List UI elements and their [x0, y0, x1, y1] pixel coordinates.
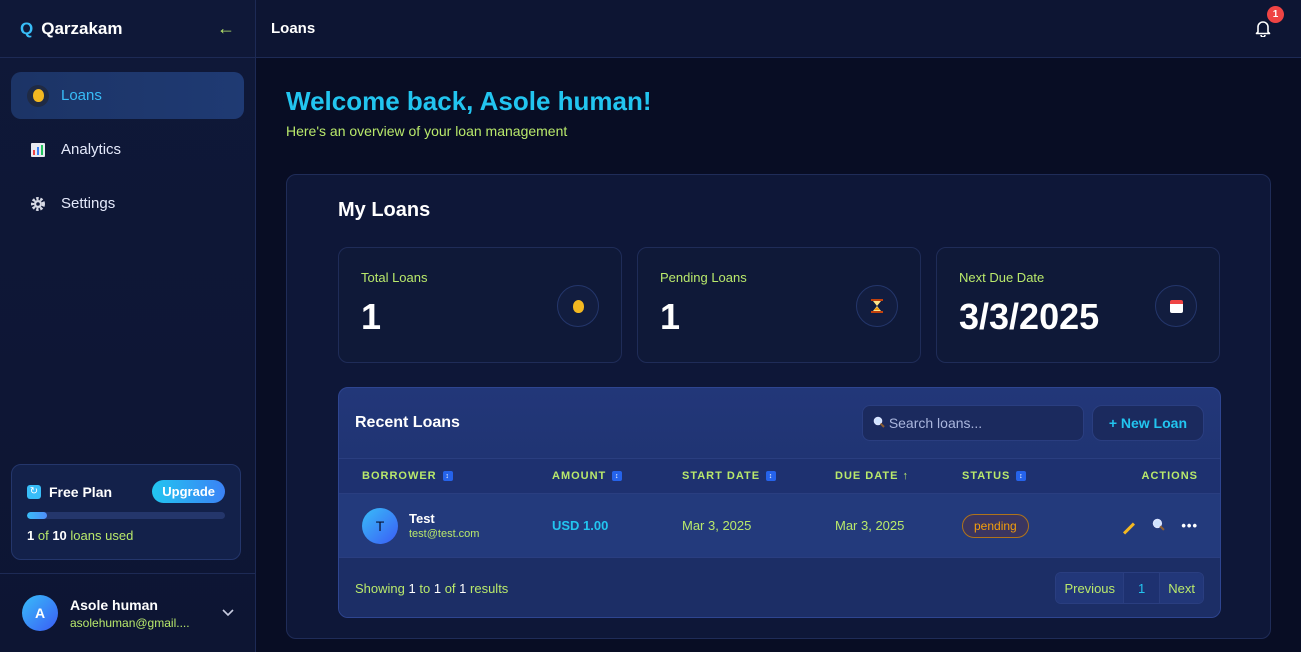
welcome-section: Welcome back, Asole human! Here's an ove… — [286, 86, 652, 139]
refresh-icon: ↻ — [27, 484, 41, 499]
loan-amount: USD 1.00 — [552, 518, 609, 533]
results-summary: Showing 1 to 1 of 1 results — [355, 580, 509, 596]
user-name: Asole human — [70, 596, 158, 613]
table-footer: Showing 1 to 1 of 1 results Previous 1 N… — [339, 558, 1220, 617]
stat-value: 1 — [361, 296, 382, 337]
stat-next-due-date: Next Due Date 3/3/2025 — [936, 247, 1220, 363]
sort-icon: ↕ — [612, 471, 623, 481]
user-menu[interactable]: A Asole human asolehuman@gmail.... — [0, 573, 256, 652]
plan-usage-progress — [27, 512, 225, 519]
stat-value: 1 — [660, 296, 681, 337]
loan-due-date: Mar 3, 2025 — [835, 518, 905, 533]
plan-card: ↻ Free Plan Upgrade 1 of 10 loans used — [11, 464, 241, 560]
notification-badge: 1 — [1267, 5, 1284, 23]
app-name: Qarzakam — [41, 18, 123, 38]
borrower-avatar: T — [362, 507, 398, 544]
stat-total-loans: Total Loans 1 — [338, 247, 622, 363]
sort-icon: ↕ — [1016, 471, 1027, 481]
page-title: Loans — [271, 20, 316, 37]
stat-pending-loans: Pending Loans 1 — [637, 247, 921, 363]
panel-title: My Loans — [338, 199, 431, 221]
recent-loans-table: Recent Loans + New Loan BORROWER↕ AMOUNT… — [338, 387, 1221, 618]
previous-page-button[interactable]: Previous — [1056, 573, 1124, 603]
calendar-icon — [1155, 285, 1197, 327]
page-number-button[interactable]: 1 — [1123, 573, 1161, 603]
upgrade-button[interactable]: Upgrade — [152, 480, 225, 503]
logo-icon: Q — [20, 18, 34, 38]
bar-chart-icon — [27, 139, 49, 161]
recent-loans-title: Recent Loans — [355, 414, 460, 431]
edit-pencil-icon[interactable] — [1122, 518, 1136, 535]
main-content: Welcome back, Asole human! Here's an ove… — [256, 58, 1301, 652]
column-header-actions: ACTIONS — [1141, 470, 1198, 482]
sidebar-nav: Loans Analytics Settings — [0, 58, 255, 248]
welcome-heading: Welcome back, Asole human! — [286, 86, 652, 116]
sidebar-item-label: Loans — [61, 87, 102, 104]
welcome-subheading: Here's an overview of your loan manageme… — [286, 123, 568, 139]
stat-label: Next Due Date — [959, 270, 1045, 285]
search-input[interactable] — [888, 415, 1069, 431]
sidebar-item-settings[interactable]: Settings — [11, 180, 244, 227]
notifications-button[interactable]: 1 — [1254, 5, 1284, 41]
stat-value: 3/3/2025 — [959, 296, 1100, 337]
search-icon — [873, 416, 885, 431]
borrower-email: test@test.com — [409, 528, 480, 540]
sidebar-item-label: Settings — [61, 195, 116, 212]
gear-icon — [27, 193, 49, 215]
stat-label: Pending Loans — [660, 270, 747, 285]
chevron-down-icon[interactable] — [222, 606, 234, 620]
sidebar-item-label: Analytics — [61, 141, 122, 158]
column-header-amount[interactable]: AMOUNT ↕ — [552, 470, 623, 482]
column-header-borrower[interactable]: BORROWER ↕ — [362, 470, 453, 482]
money-bag-icon — [557, 285, 599, 327]
column-header-status[interactable]: STATUS ↕ — [962, 470, 1027, 482]
column-header-due-date[interactable]: DUE DATE ↑ — [835, 470, 909, 482]
new-loan-button[interactable]: + New Loan — [1091, 405, 1204, 441]
sort-icon: ↕ — [766, 471, 777, 481]
loan-start-date: Mar 3, 2025 — [682, 518, 752, 533]
status-badge: pending — [962, 513, 1029, 538]
sidebar-item-loans[interactable]: Loans — [11, 72, 244, 119]
topbar: Loans 1 — [256, 0, 1301, 58]
sidebar: Q Qarzakam ← Loans Analytics Settings ↻ … — [0, 0, 256, 652]
bell-icon — [1254, 20, 1272, 41]
table-row[interactable]: T Test test@test.com USD 1.00 Mar 3, 202… — [339, 494, 1220, 558]
plan-name: Free Plan — [49, 483, 113, 500]
borrower-name: Test — [409, 511, 435, 526]
money-bag-icon — [27, 84, 49, 107]
column-header-start-date[interactable]: START DATE ↕ — [682, 470, 777, 482]
my-loans-panel: My Loans Total Loans 1 Pending Loans 1 N… — [286, 174, 1271, 639]
next-page-button[interactable]: Next — [1160, 573, 1203, 603]
more-options-icon[interactable]: ••• — [1181, 518, 1198, 533]
view-magnifier-icon[interactable] — [1152, 518, 1166, 534]
pagination: Previous 1 Next — [1055, 572, 1204, 604]
progress-fill — [27, 512, 47, 519]
avatar: A — [22, 595, 58, 631]
sidebar-item-analytics[interactable]: Analytics — [11, 126, 244, 173]
hourglass-icon — [856, 285, 898, 327]
user-email: asolehuman@gmail.... — [70, 615, 190, 630]
brand: Q Qarzakam ← — [0, 0, 255, 58]
table-header: BORROWER ↕ AMOUNT ↕ START DATE ↕ DUE DATE ↑… — [339, 458, 1220, 494]
collapse-sidebar-icon[interactable]: ← — [217, 18, 235, 39]
stat-label: Total Loans — [361, 270, 428, 285]
sort-icon: ↕ — [442, 471, 453, 481]
search-box — [861, 405, 1084, 441]
plan-usage-text: 1 of 10 loans used — [27, 528, 134, 543]
